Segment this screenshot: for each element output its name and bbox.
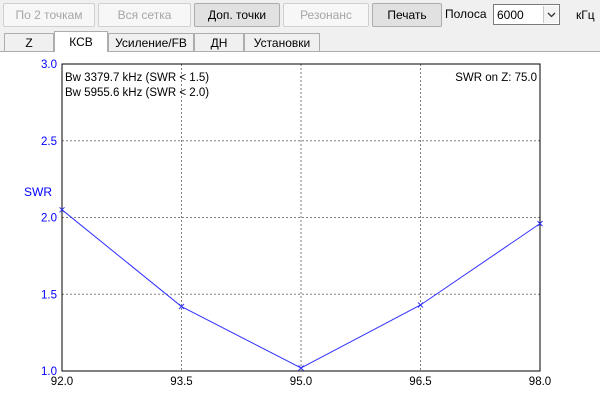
y-tick-label: 1.0 <box>41 366 57 378</box>
y-axis-label: SWR <box>24 185 52 199</box>
bandwidth-1-label: Bw 3379.7 kHz (SWR < 1.5) <box>65 72 209 84</box>
tab-swr[interactable]: КСВ <box>54 31 108 52</box>
swr-on-z-label: SWR on Z: 75.0 <box>455 72 537 84</box>
extra-points-button[interactable]: Доп. точки <box>194 3 280 27</box>
x-tick-label: 93.5 <box>170 376 192 388</box>
chart-background <box>0 52 600 405</box>
band-unit-label: кГц <box>576 8 595 22</box>
y-tick-label: 2.0 <box>41 213 57 225</box>
band-select[interactable]: 6000 <box>493 4 560 25</box>
band-value: 6000 <box>497 8 524 22</box>
x-tick-label: 95.0 <box>290 376 312 388</box>
x-tick-label: 98.0 <box>529 376 551 388</box>
all-grid-button[interactable]: Вся сетка <box>98 3 191 27</box>
y-tick-label: 3.0 <box>41 59 57 71</box>
x-tick-label: 96.5 <box>409 376 431 388</box>
y-tick-label: 1.5 <box>41 289 57 301</box>
tab-gain-fb[interactable]: Усиление/FB <box>108 33 194 51</box>
resonance-button[interactable]: Резонанс <box>283 3 369 27</box>
y-tick-label: 2.5 <box>41 136 57 148</box>
tab-pattern[interactable]: ДН <box>194 33 244 51</box>
tab-settings[interactable]: Установки <box>244 33 320 51</box>
swr-chart: 92.0 93.5 95.0 96.5 98.01.01.52.02.53.0 SWR … <box>0 52 600 405</box>
print-button[interactable]: Печать <box>372 3 442 27</box>
two-points-button[interactable]: По 2 точкам <box>3 3 95 27</box>
chevron-down-icon[interactable] <box>543 6 558 23</box>
band-label: Полоса <box>445 7 487 21</box>
bandwidth-2-label: Bw 5955.6 kHz (SWR < 2.0) <box>65 87 209 99</box>
tab-z[interactable]: Z <box>4 33 54 51</box>
